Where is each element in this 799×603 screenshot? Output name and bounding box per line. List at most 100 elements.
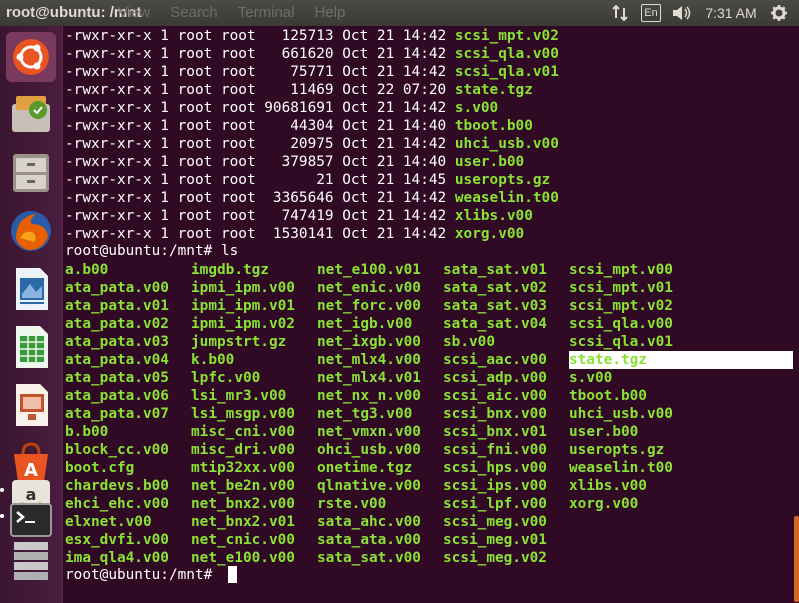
menu-search[interactable]: Search xyxy=(170,4,218,21)
ls-file: ata_pata.v04 xyxy=(65,352,169,368)
running-indicator xyxy=(0,488,4,492)
ls-file: sata_sat.v02 xyxy=(443,280,547,296)
ls-file: scsi_mpt.v01 xyxy=(569,280,673,296)
ls-file: scsi_qla.v00 xyxy=(569,316,673,332)
ls-file: ata_pata.v03 xyxy=(65,334,169,350)
listing-filename: scsi_qla.v01 xyxy=(454,64,559,80)
volume-icon[interactable] xyxy=(668,0,696,26)
ls-file: rste.v00 xyxy=(317,496,387,512)
ls-file: tboot.b00 xyxy=(569,388,647,404)
ls-file: net_cnic.v00 xyxy=(191,532,295,548)
menu-help[interactable]: Help xyxy=(314,4,345,21)
ls-file: s.v00 xyxy=(569,370,613,386)
ls-file: k.b00 xyxy=(191,352,235,368)
ls-file: net_tg3.v00 xyxy=(317,406,413,422)
listing-filename: state.tgz xyxy=(454,82,533,98)
ls-file: net_be2n.v00 xyxy=(191,478,295,494)
ls-file: lsi_mr3.v00 xyxy=(191,388,287,404)
ls-file: b.b00 xyxy=(65,424,109,440)
running-indicator xyxy=(0,514,4,518)
listing-row: -rwxr-xr-x 1 root root 125713 Oct 21 14:… xyxy=(65,27,559,45)
ls-file: scsi_aic.v00 xyxy=(443,388,547,404)
launcher-files[interactable] xyxy=(6,148,56,198)
listing-row: -rwxr-xr-x 1 root root 379857 Oct 21 14:… xyxy=(65,153,524,171)
ls-file: scsi_lpf.v00 xyxy=(443,496,547,512)
listing-row: -rwxr-xr-x 1 root root 20975 Oct 21 14:4… xyxy=(65,135,559,153)
ls-file: jumpstrt.gz xyxy=(191,334,287,350)
ls-file: boot.cfg xyxy=(65,460,135,476)
terminal-output[interactable]: -rwxr-xr-x 1 root root 125713 Oct 21 14:… xyxy=(63,26,799,603)
workspace-switcher-icon xyxy=(14,542,48,580)
gear-icon[interactable] xyxy=(766,0,792,26)
ls-file: scsi_hps.v00 xyxy=(443,460,547,476)
listing-filename: useropts.gz xyxy=(454,172,551,188)
ls-file: sata_sat.v04 xyxy=(443,316,547,332)
listing-meta: -rwxr-xr-x 1 root root 3365646 Oct 21 14… xyxy=(65,190,455,206)
ubuntu-dash-icon xyxy=(13,39,49,75)
ls-file: ata_pata.v07 xyxy=(65,406,169,422)
ls-file: scsi_mpt.v02 xyxy=(569,298,673,314)
ls-file: ata_pata.v01 xyxy=(65,298,169,314)
listing-meta: -rwxr-xr-x 1 root root 1530141 Oct 21 14… xyxy=(65,226,455,242)
listing-meta: -rwxr-xr-x 1 root root 20975 Oct 21 14:4… xyxy=(65,136,455,152)
listing-meta: -rwxr-xr-x 1 root root 21 Oct 21 14:45 xyxy=(65,172,455,188)
ls-file: scsi_fni.v00 xyxy=(443,442,547,458)
listing-meta: -rwxr-xr-x 1 root root 747419 Oct 21 14:… xyxy=(65,208,455,224)
libreoffice-calc-icon xyxy=(16,326,48,368)
ls-file: scsi_aac.v00 xyxy=(443,352,547,368)
listing-meta: -rwxr-xr-x 1 root root 125713 Oct 21 14:… xyxy=(65,28,455,44)
ls-file: lpfc.v00 xyxy=(191,370,261,386)
ls-file: lsi_msgp.v00 xyxy=(191,406,295,422)
ls-file: sata_sat.v03 xyxy=(443,298,547,314)
ls-file: imgdb.tgz xyxy=(191,262,269,278)
ls-file: weaselin.t00 xyxy=(569,460,673,476)
launcher-workspaces[interactable] xyxy=(6,536,56,586)
libreoffice-writer-icon xyxy=(16,268,48,310)
scrollbar[interactable] xyxy=(794,516,799,602)
launcher: A a xyxy=(0,26,63,603)
listing-meta: -rwxr-xr-x 1 root root 44304 Oct 21 14:4… xyxy=(65,118,455,134)
launcher-firefox[interactable] xyxy=(6,206,56,256)
ls-file: net_ixgb.v00 xyxy=(317,334,421,350)
menu-terminal[interactable]: Terminal xyxy=(238,4,295,21)
launcher-impress[interactable] xyxy=(6,380,56,430)
clock[interactable]: 7:31 AM xyxy=(700,0,762,26)
listing-filename: user.b00 xyxy=(454,154,525,170)
launcher-writer[interactable] xyxy=(6,264,56,314)
prompt-line: root@ubuntu:/mnt# ls xyxy=(65,243,239,259)
network-icon[interactable] xyxy=(605,0,635,26)
listing-meta: -rwxr-xr-x 1 root root 90681691 Oct 21 1… xyxy=(65,100,455,116)
listing-filename: tboot.b00 xyxy=(454,118,533,134)
ls-file: ata_pata.v06 xyxy=(65,388,169,404)
listing-filename: uhci_usb.v00 xyxy=(454,136,559,152)
listing-row: -rwxr-xr-x 1 root root 75771 Oct 21 14:4… xyxy=(65,63,559,81)
ls-file: ipmi_ipm.v02 xyxy=(191,316,295,332)
ls-file: net_e100.v01 xyxy=(317,262,421,278)
menu-view[interactable]: View xyxy=(118,4,150,21)
libreoffice-impress-icon xyxy=(16,384,48,426)
ls-file: sata_sat.v00 xyxy=(317,550,421,566)
ls-file: chardevs.b00 xyxy=(65,478,169,494)
listing-row: -rwxr-xr-x 1 root root 1530141 Oct 21 14… xyxy=(65,225,524,243)
ls-file: sata_sat.v01 xyxy=(443,262,547,278)
launcher-software-updater[interactable] xyxy=(6,90,56,140)
ls-file: ipmi_ipm.v01 xyxy=(191,298,295,314)
listing-filename: weaselin.t00 xyxy=(454,190,559,206)
listing-filename: s.v00 xyxy=(454,100,499,116)
ls-file: sb.v00 xyxy=(443,334,495,350)
ls-file: mtip32xx.v00 xyxy=(191,460,295,476)
ls-file: ata_pata.v00 xyxy=(65,280,169,296)
listing-meta: -rwxr-xr-x 1 root root 379857 Oct 21 14:… xyxy=(65,154,455,170)
firefox-icon xyxy=(11,211,51,251)
listing-row: -rwxr-xr-x 1 root root 21 Oct 21 14:45 u… xyxy=(65,171,550,189)
ls-file: net_forc.v00 xyxy=(317,298,421,314)
ls-file: net_bnx2.v00 xyxy=(191,496,295,512)
ls-file: scsi_ips.v00 xyxy=(443,478,547,494)
ls-file: ata_pata.v02 xyxy=(65,316,169,332)
keyboard-layout-indicator[interactable]: En xyxy=(641,4,661,22)
ls-file: net_e100.v00 xyxy=(191,550,295,566)
launcher-calc[interactable] xyxy=(6,322,56,372)
files-icon xyxy=(13,154,49,192)
launcher-dash[interactable] xyxy=(6,32,56,82)
ls-file: ohci_usb.v00 xyxy=(317,442,421,458)
